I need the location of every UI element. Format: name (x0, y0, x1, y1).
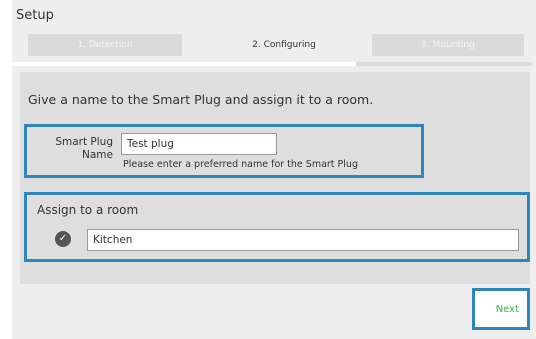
instructions-text: Give a name to the Smart Plug and assign… (28, 92, 374, 107)
progress-bar-fill (8, 62, 356, 66)
name-section: Smart Plug Name Please enter a preferred… (24, 124, 424, 178)
room-section: Assign to a room ✓ (24, 192, 530, 262)
name-label: Smart Plug Name (33, 136, 113, 162)
smart-plug-name-input[interactable] (121, 133, 277, 155)
step-configuring[interactable]: 2. Configuring (194, 34, 374, 56)
step-configuring-label: 2. Configuring (252, 40, 316, 50)
name-label-line1: Smart Plug (55, 136, 113, 148)
name-label-line2: Name (82, 149, 113, 161)
name-hint: Please enter a preferred name for the Sm… (123, 159, 358, 170)
progress-bar (8, 62, 532, 66)
step-detection[interactable]: 1. Detection (28, 34, 182, 56)
check-circle-icon: ✓ (55, 231, 71, 247)
room-input[interactable] (87, 229, 519, 251)
form-area: Give a name to the Smart Plug and assign… (20, 72, 530, 284)
page-title: Setup (16, 8, 54, 23)
room-section-title: Assign to a room (37, 203, 139, 217)
next-button[interactable]: Next (472, 288, 530, 330)
step-mounting[interactable]: 3. Mounting (372, 34, 524, 56)
